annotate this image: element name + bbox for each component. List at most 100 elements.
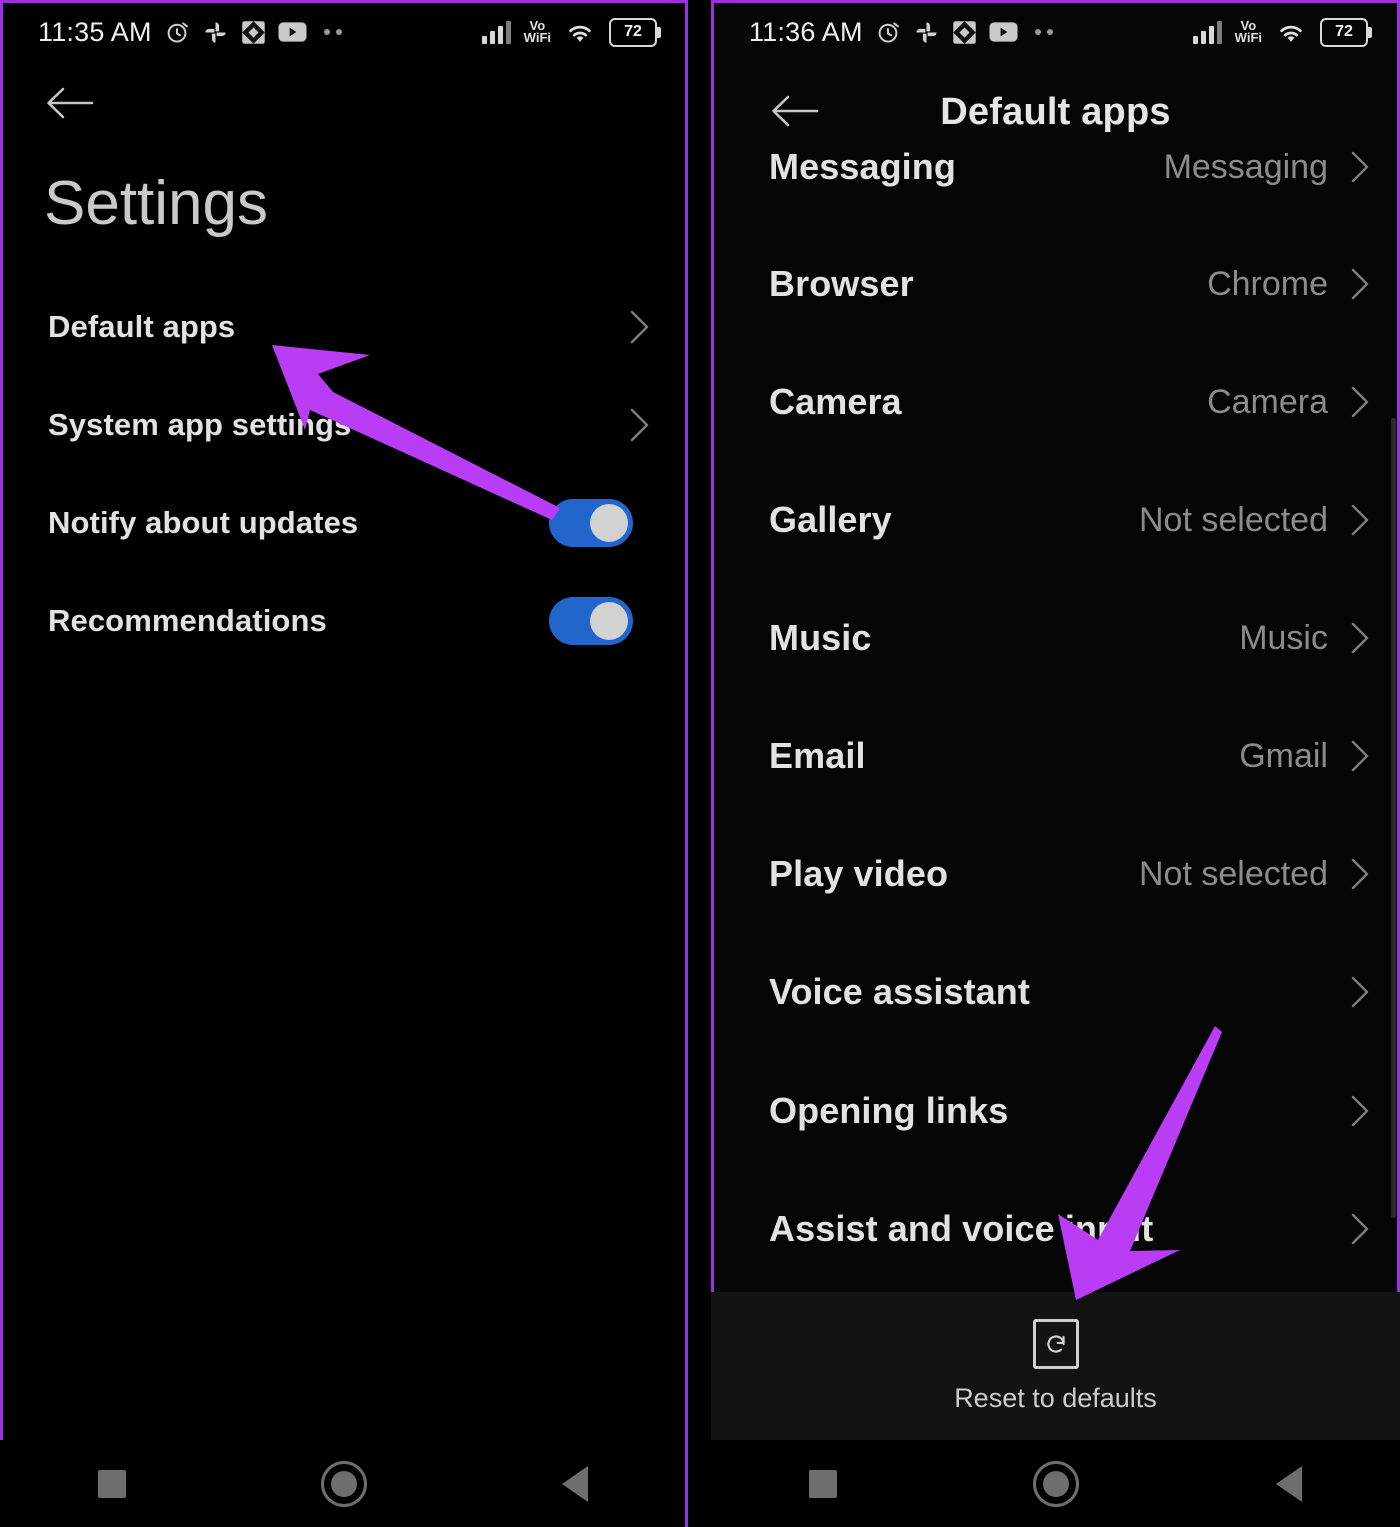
chevron-right-icon	[1351, 268, 1369, 300]
status-bar-left-cluster: 11:36 AM	[749, 17, 1053, 48]
left-phone-screen: 11:35 AM Vo WiFi 72 Settings Default app…	[0, 0, 688, 1527]
google-photos-icon	[913, 19, 940, 46]
status-bar-right-cluster: Vo WiFi 72	[481, 17, 661, 47]
alarm-clock-icon	[874, 18, 902, 46]
default-app-row-assist-and-voice-input[interactable]: Assist and voice input	[711, 1204, 1400, 1254]
youtube-icon	[278, 21, 307, 43]
settings-row-recommendations[interactable]: Recommendations	[0, 594, 685, 648]
row-value: Camera	[1207, 382, 1328, 421]
settings-row-system-app-settings[interactable]: System app settings	[0, 398, 685, 452]
row-label: Notify about updates	[48, 505, 359, 540]
row-accessory: Chrome	[1207, 265, 1372, 304]
youtube-icon	[989, 21, 1018, 43]
chevron-right-icon	[1351, 151, 1369, 183]
default-app-row-browser[interactable]: Browser Chrome	[711, 259, 1400, 309]
chevron-right-icon	[1351, 976, 1369, 1008]
cellular-signal-icon	[481, 20, 511, 44]
row-accessory: Not selected	[1139, 855, 1372, 894]
wifi-icon	[564, 20, 596, 45]
row-value: Not selected	[1139, 500, 1328, 539]
wifi-icon	[1275, 20, 1307, 45]
battery-icon: 72	[609, 17, 661, 47]
status-bar-right-cluster: Vo WiFi 72	[1192, 17, 1372, 47]
row-value: Not selected	[1139, 854, 1328, 893]
default-app-row-music[interactable]: Music Music	[711, 613, 1400, 663]
row-accessory	[629, 407, 651, 443]
volte-wifi-label: Vo WiFi	[523, 18, 551, 45]
reset-to-defaults-label: Reset to defaults	[954, 1382, 1157, 1413]
nav-bar-right	[711, 1440, 1400, 1527]
row-label: Assist and voice input	[769, 1208, 1154, 1249]
default-app-row-opening-links[interactable]: Opening links	[711, 1086, 1400, 1136]
status-bar-clock: 11:35 AM	[38, 16, 152, 47]
row-accessory: Not selected	[1139, 501, 1372, 540]
row-accessory: Gmail	[1239, 737, 1372, 776]
reset-icon	[1032, 1318, 1079, 1369]
chevron-right-icon	[1351, 740, 1369, 772]
row-label: Voice assistant	[769, 971, 1030, 1012]
back-icon[interactable]	[561, 1465, 588, 1502]
reset-to-defaults-button[interactable]: Reset to defaults	[711, 1292, 1400, 1440]
row-accessory	[1328, 1094, 1372, 1128]
chevron-right-icon	[1351, 858, 1369, 890]
right-phone-screen: 11:36 AM Vo WiFi 72 Default apps Messagi…	[711, 0, 1400, 1527]
row-label: Music	[769, 617, 872, 658]
home-icon[interactable]	[1033, 1460, 1080, 1507]
home-icon[interactable]	[320, 1460, 367, 1507]
default-app-row-email[interactable]: Email Gmail	[711, 731, 1400, 781]
recommendations-toggle[interactable]	[549, 597, 633, 645]
row-accessory: Music	[1239, 619, 1372, 658]
chevron-right-icon	[1351, 386, 1369, 418]
row-accessory: Messaging	[1164, 148, 1372, 187]
recents-icon[interactable]	[809, 1469, 838, 1498]
row-accessory	[549, 499, 633, 547]
scrollbar-thumb[interactable]	[1391, 418, 1396, 1218]
status-bar-clock: 11:36 AM	[749, 16, 863, 47]
row-value: Messaging	[1163, 147, 1328, 186]
row-accessory	[549, 597, 633, 645]
default-app-row-messaging[interactable]: Messaging Messaging	[711, 142, 1400, 192]
more-notifications-dots-icon	[1034, 29, 1053, 35]
row-label: Camera	[769, 381, 902, 422]
default-app-row-gallery[interactable]: Gallery Not selected	[711, 495, 1400, 545]
default-app-row-play-video[interactable]: Play video Not selected	[711, 849, 1400, 899]
volte-wifi-label: Vo WiFi	[1234, 18, 1262, 45]
alarm-clock-icon	[163, 18, 191, 46]
more-notifications-dots-icon	[323, 29, 342, 35]
row-accessory	[1328, 1212, 1372, 1246]
default-app-row-voice-assistant[interactable]: Voice assistant	[711, 967, 1400, 1017]
nav-bar-left	[0, 1440, 685, 1527]
row-label: Opening links	[769, 1090, 1009, 1131]
back-icon[interactable]	[1275, 1465, 1302, 1502]
chevron-right-icon	[1351, 1095, 1369, 1127]
row-accessory	[629, 309, 651, 345]
row-accessory	[1328, 975, 1372, 1009]
status-bar-left-cluster: 11:35 AM	[38, 17, 342, 48]
chevron-right-icon	[1351, 1213, 1369, 1245]
chevron-right-icon	[1351, 504, 1369, 536]
app-diamond-icon	[240, 19, 267, 46]
battery-icon: 72	[1320, 17, 1372, 47]
row-label: Recommendations	[48, 603, 327, 638]
settings-row-default-apps[interactable]: Default apps	[0, 300, 685, 354]
row-label: Browser	[769, 263, 914, 304]
screenshot-stage: 11:35 AM Vo WiFi 72 Settings Default app…	[0, 0, 1400, 1527]
settings-row-notify-about-updates[interactable]: Notify about updates	[0, 496, 685, 550]
default-app-row-camera[interactable]: Camera Camera	[711, 377, 1400, 427]
chevron-right-icon	[630, 408, 649, 442]
back-button[interactable]	[44, 82, 96, 124]
row-label: Play video	[769, 853, 949, 894]
status-bar-left: 11:35 AM Vo WiFi 72	[0, 0, 685, 64]
frame-left-border	[0, 0, 3, 1527]
google-photos-icon	[202, 19, 229, 46]
notify-about-updates-toggle[interactable]	[549, 499, 633, 547]
recents-icon[interactable]	[97, 1469, 126, 1498]
status-bar-right: 11:36 AM Vo WiFi 72	[711, 0, 1400, 64]
chevron-right-icon	[1351, 622, 1369, 654]
row-label: Gallery	[769, 499, 892, 540]
cellular-signal-icon	[1192, 20, 1222, 44]
row-label: Default apps	[48, 309, 236, 344]
row-label: System app settings	[48, 407, 352, 442]
row-accessory: Camera	[1207, 383, 1372, 422]
page-title: Settings	[44, 169, 269, 238]
